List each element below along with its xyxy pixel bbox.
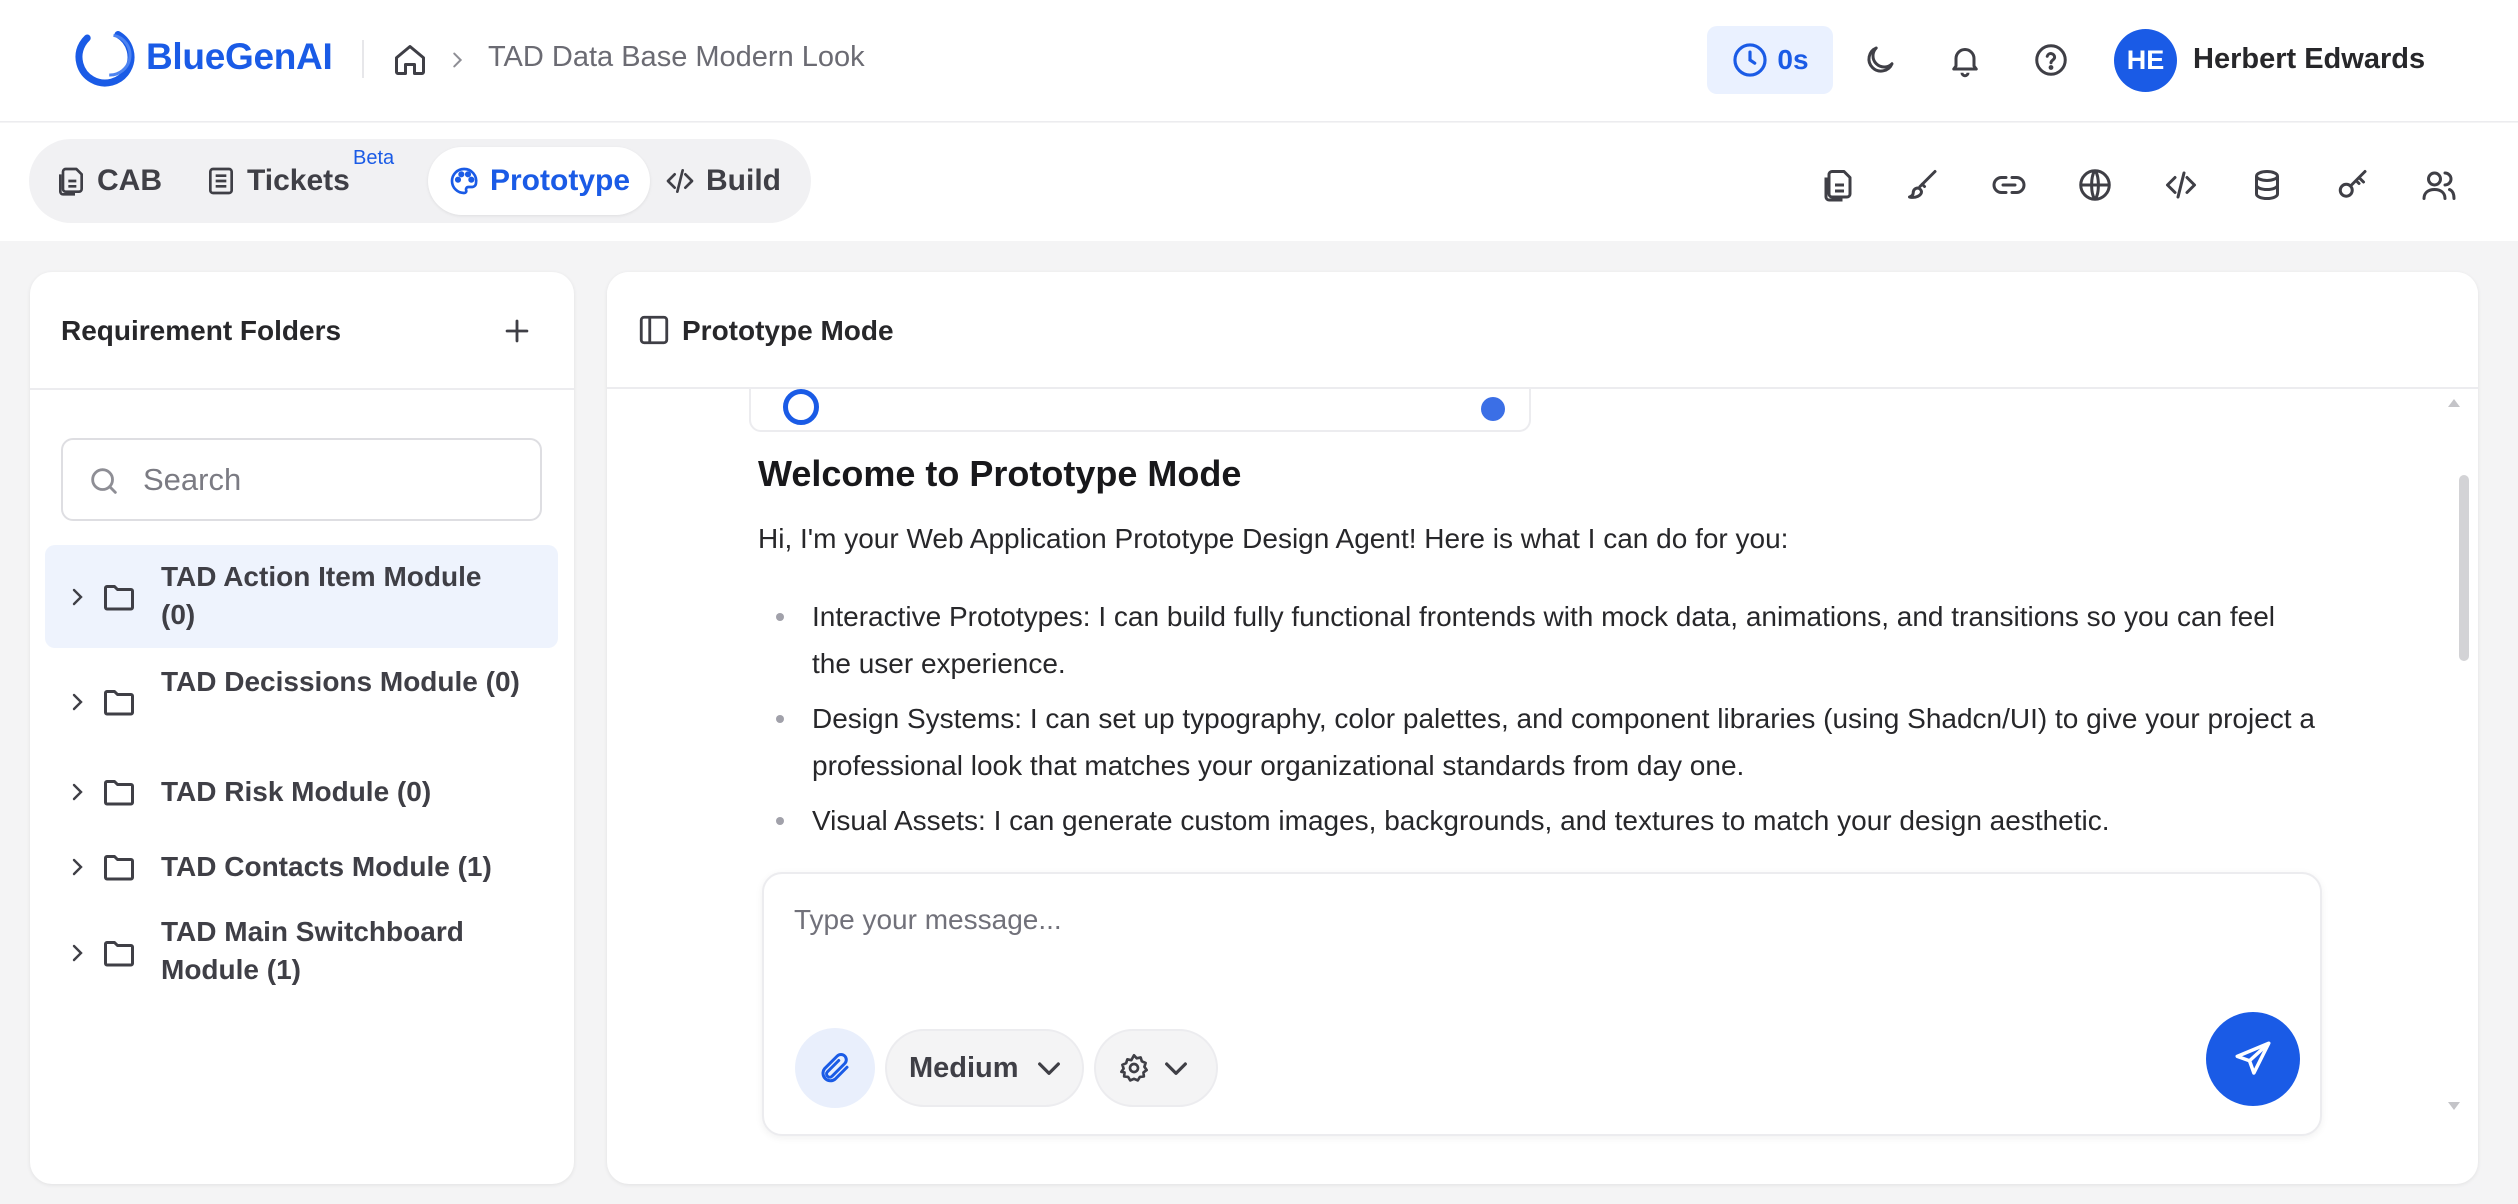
mode-tab-bar: CAB Tickets Beta Prototype Build xyxy=(0,123,2518,241)
key-icon[interactable] xyxy=(2335,167,2371,203)
moon-icon[interactable] xyxy=(1862,42,1898,78)
folder-label: TAD Contacts Module (1) xyxy=(161,851,492,882)
session-timer[interactable]: 0s xyxy=(1707,26,1833,94)
scrollbar-thumb[interactable] xyxy=(2459,475,2469,661)
welcome-intro: Hi, I'm your Web Application Prototype D… xyxy=(758,523,1789,554)
model-select-value: Medium xyxy=(909,1051,1019,1084)
list-item: Design Systems: I can set up typography,… xyxy=(758,695,2318,789)
tab-prototype[interactable]: Prototype xyxy=(428,147,651,215)
folder-label: TAD Risk Module (0) xyxy=(161,776,432,807)
chevron-right-icon[interactable] xyxy=(65,941,89,965)
sidebar-toggle-icon[interactable] xyxy=(637,313,671,347)
folder-item[interactable]: TAD Main Switchboard Module (1) xyxy=(45,902,558,1002)
panel-header: Requirement Folders xyxy=(30,272,574,390)
tab-label: Build xyxy=(706,164,781,197)
folder-icon xyxy=(104,690,134,716)
folder-icon xyxy=(104,941,134,967)
scroll-down-arrow-icon[interactable] xyxy=(2448,1102,2460,1110)
feature-list: Interactive Prototypes: I can build full… xyxy=(758,593,2318,852)
folder-item[interactable]: TAD Contacts Module (1) xyxy=(45,837,558,897)
chevron-down-icon xyxy=(1037,1062,1060,1075)
prototype-chat-panel: Prototype Mode Welcome to Prototype Mode… xyxy=(607,272,2478,1184)
folder-label: TAD Decissions Module (0) xyxy=(161,666,520,697)
list-item: Visual Assets: I can generate custom ima… xyxy=(758,797,2318,844)
folder-search[interactable] xyxy=(61,438,542,521)
folder-item[interactable]: TAD Decissions Module (0) xyxy=(45,650,558,753)
add-folder-icon[interactable] xyxy=(500,314,534,348)
paperclip-icon xyxy=(821,1052,849,1083)
chevron-right-icon xyxy=(453,52,463,68)
requirement-folders-panel: Requirement Folders TAD Action Item Modu… xyxy=(30,272,574,1184)
gear-icon xyxy=(1120,1054,1148,1082)
panel-title: Requirement Folders xyxy=(61,315,342,346)
panel-header: Prototype Mode xyxy=(607,272,2478,389)
user-name[interactable]: Herbert Edwards xyxy=(2193,43,2425,76)
list-item: Interactive Prototypes: I can build full… xyxy=(758,593,2318,687)
chevron-right-icon[interactable] xyxy=(65,855,89,879)
document-icon[interactable] xyxy=(1820,167,1856,203)
folder-icon xyxy=(104,585,134,611)
folder-label: TAD Action Item Module (0) xyxy=(161,561,482,630)
clock-icon xyxy=(1733,43,1768,77)
list-icon xyxy=(209,167,233,195)
app-name: BlueGenAI xyxy=(146,36,333,77)
beta-badge: Beta xyxy=(353,147,395,169)
tab-label: Tickets xyxy=(247,164,350,197)
chevron-right-icon[interactable] xyxy=(65,690,89,714)
tab-label: CAB xyxy=(97,164,162,197)
status-dot-icon xyxy=(1481,397,1505,421)
folder-icon xyxy=(104,855,134,881)
tab-label: Prototype xyxy=(490,164,631,197)
send-button[interactable] xyxy=(2206,1012,2300,1106)
brush-icon[interactable] xyxy=(1905,167,1941,203)
mode-tabs: CAB Tickets Beta Prototype Build xyxy=(29,139,811,223)
previous-message-card[interactable] xyxy=(749,389,1531,432)
search-input[interactable] xyxy=(143,454,523,506)
home-icon[interactable] xyxy=(392,42,428,78)
header-divider xyxy=(362,40,364,78)
bell-icon[interactable] xyxy=(1947,42,1983,78)
tab-build[interactable]: Build xyxy=(644,147,801,215)
globe-icon[interactable] xyxy=(2077,167,2113,203)
database-icon[interactable] xyxy=(2249,167,2285,203)
app-logo[interactable]: BlueGenAI xyxy=(74,26,333,88)
panel-title: Prototype Mode xyxy=(682,315,894,346)
timer-value: 0s xyxy=(1777,44,1809,75)
model-select[interactable]: Medium xyxy=(885,1029,1084,1107)
scroll-up-arrow-icon[interactable] xyxy=(2448,399,2460,407)
logo-icon xyxy=(75,27,135,87)
attach-button[interactable] xyxy=(795,1028,875,1108)
folder-item[interactable]: TAD Risk Module (0) xyxy=(45,762,558,822)
link-icon[interactable] xyxy=(1991,167,2027,203)
files-icon xyxy=(59,167,83,196)
settings-dropdown[interactable] xyxy=(1094,1029,1218,1107)
welcome-title: Welcome to Prototype Mode xyxy=(758,453,1242,494)
message-composer: Medium xyxy=(762,872,2322,1136)
tab-cab[interactable]: CAB xyxy=(35,147,182,215)
palette-icon xyxy=(450,167,478,195)
chevron-right-icon[interactable] xyxy=(65,585,89,609)
code-icon[interactable] xyxy=(2163,167,2199,203)
send-icon xyxy=(2235,1041,2271,1075)
folder-icon xyxy=(104,780,134,806)
help-icon[interactable] xyxy=(2033,42,2069,78)
breadcrumb-project-title[interactable]: TAD Data Base Modern Look xyxy=(488,41,865,74)
top-header: BlueGenAI TAD Data Base Modern Look 0s H… xyxy=(0,0,2518,122)
chevron-down-icon xyxy=(1165,1062,1187,1075)
folder-item[interactable]: TAD Action Item Module (0) xyxy=(45,545,558,648)
message-input[interactable] xyxy=(794,904,2274,974)
avatar[interactable]: HE xyxy=(2114,29,2177,92)
chevron-right-icon[interactable] xyxy=(65,780,89,804)
users-icon[interactable] xyxy=(2421,167,2457,203)
status-icon xyxy=(783,389,819,425)
folder-label: TAD Main Switchboard Module (1) xyxy=(161,916,464,985)
tab-tickets[interactable]: Tickets xyxy=(185,147,370,215)
search-icon xyxy=(91,468,117,494)
code-icon xyxy=(666,169,694,193)
